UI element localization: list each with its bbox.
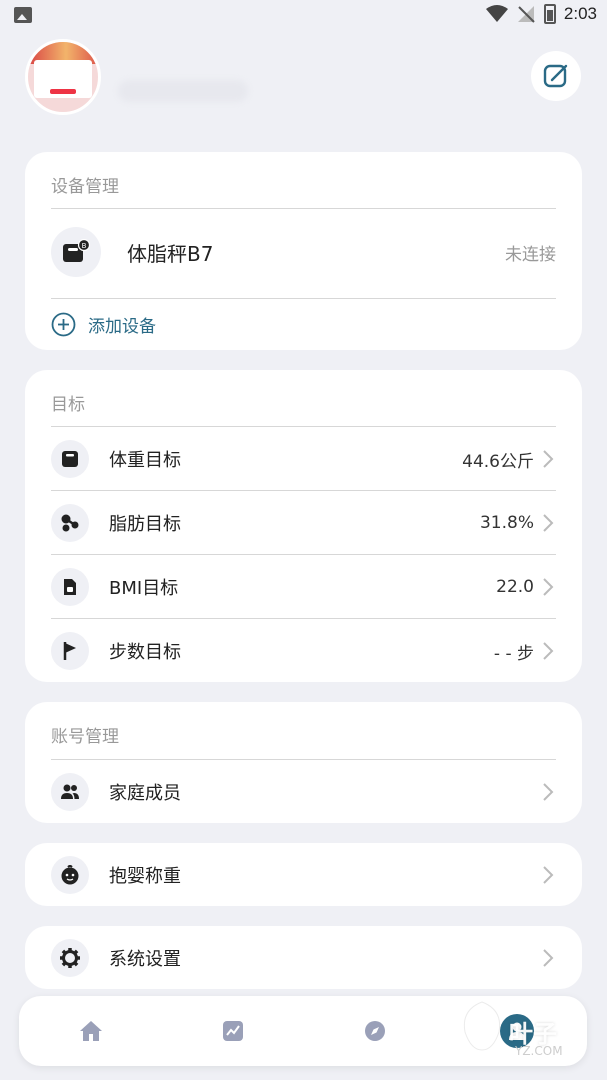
image-notification-icon	[14, 7, 32, 23]
chevron-right-icon	[542, 865, 556, 885]
chevron-right-icon	[542, 513, 556, 533]
status-bar: 2:03	[0, 0, 607, 32]
goals-card: 目标 体重目标 44.6公斤 脂肪目标 31.8% BMI目标 22.0 步数目…	[25, 370, 582, 682]
goal-value: 44.6公斤	[462, 451, 534, 472]
settings-card[interactable]: 系统设置	[25, 926, 582, 989]
goal-value: 31.8%	[479, 513, 534, 533]
goal-row-weight[interactable]: 体重目标 44.6公斤	[51, 427, 556, 491]
goal-label: 脂肪目标	[109, 514, 181, 535]
no-signal-icon	[517, 6, 535, 23]
goal-value: - - 步	[493, 643, 534, 664]
goal-label: 体重目标	[109, 450, 181, 471]
leaf-logo-icon	[463, 1001, 501, 1051]
nav-discover[interactable]	[358, 1014, 392, 1048]
account-card: 账号管理 家庭成员	[25, 702, 582, 823]
flag-icon	[51, 632, 89, 670]
status-time: 2:03	[563, 4, 597, 23]
goal-row-bmi[interactable]: BMI目标 22.0	[51, 555, 556, 619]
baby-weighing-row[interactable]: 抱婴称重	[51, 843, 556, 907]
nav-home[interactable]	[74, 1014, 108, 1048]
baby-weighing-label: 抱婴称重	[109, 866, 181, 887]
divider	[51, 298, 556, 299]
edit-profile-button[interactable]	[531, 51, 581, 101]
fat-icon	[51, 504, 89, 542]
bmi-icon	[51, 568, 89, 606]
baby-weighing-card[interactable]: 抱婴称重	[25, 843, 582, 906]
device-row[interactable]: B 体脂秤B7 未连接	[51, 224, 556, 280]
chevron-right-icon	[542, 948, 556, 968]
goal-row-fat[interactable]: 脂肪目标 31.8%	[51, 491, 556, 555]
nav-chart[interactable]	[216, 1014, 250, 1048]
family-icon	[51, 773, 89, 811]
watermark: 叶子 YZ.COM	[453, 986, 593, 1066]
account-label: 家庭成员	[109, 783, 181, 804]
svg-text:B: B	[82, 242, 87, 250]
baby-icon	[51, 856, 89, 894]
scale-device-icon: B	[51, 227, 101, 277]
gear-icon	[51, 939, 89, 977]
edit-icon	[543, 64, 568, 88]
add-circle-icon	[51, 312, 76, 337]
compass-icon	[365, 1021, 385, 1041]
chevron-right-icon	[542, 782, 556, 802]
scale-icon	[51, 440, 89, 478]
avatar[interactable]	[25, 39, 101, 115]
goal-label: 步数目标	[109, 642, 181, 663]
chevron-right-icon	[542, 577, 556, 597]
settings-label: 系统设置	[109, 949, 181, 970]
add-device-label: 添加设备	[88, 317, 156, 337]
chevron-right-icon	[542, 641, 556, 661]
device-management-card: 设备管理 B 体脂秤B7 未连接 添加设备	[25, 152, 582, 350]
add-device-button[interactable]: 添加设备	[51, 312, 156, 337]
settings-row[interactable]: 系统设置	[51, 926, 556, 990]
device-name: 体脂秤B7	[127, 241, 214, 266]
goal-label: BMI目标	[109, 578, 179, 599]
family-members-row[interactable]: 家庭成员	[51, 760, 556, 824]
account-card-title: 账号管理	[51, 727, 119, 747]
watermark-sub: YZ.COM	[515, 1044, 563, 1058]
divider	[51, 208, 556, 209]
device-card-title: 设备管理	[51, 177, 119, 197]
goals-card-title: 目标	[51, 395, 85, 415]
goal-value: 22.0	[496, 577, 534, 597]
device-status: 未连接	[505, 244, 556, 265]
chart-icon	[223, 1021, 243, 1041]
chevron-right-icon	[542, 449, 556, 469]
username-blurred	[118, 80, 248, 102]
battery-icon	[543, 4, 556, 24]
home-icon	[80, 1021, 102, 1041]
goal-row-steps[interactable]: 步数目标 - - 步	[51, 619, 556, 683]
wifi-icon	[485, 5, 508, 22]
